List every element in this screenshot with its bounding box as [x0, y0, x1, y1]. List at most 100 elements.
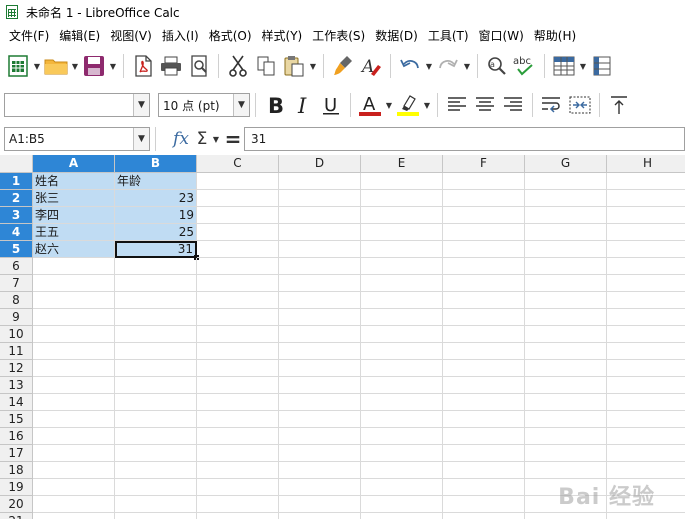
cell-b9[interactable]	[115, 309, 197, 326]
cell-f6[interactable]	[443, 258, 525, 275]
cell-b12[interactable]	[115, 360, 197, 377]
column-header-h[interactable]: H	[607, 155, 685, 173]
cell-e16[interactable]	[361, 428, 443, 445]
cell-e4[interactable]	[361, 224, 443, 241]
cell-a18[interactable]	[33, 462, 115, 479]
copy-button[interactable]	[252, 52, 280, 80]
cell-d9[interactable]	[279, 309, 361, 326]
cell-f17[interactable]	[443, 445, 525, 462]
highlight-color-button[interactable]	[394, 91, 422, 119]
chevron-down-icon[interactable]: ▼	[233, 94, 249, 116]
cell-f16[interactable]	[443, 428, 525, 445]
clone-formatting-button[interactable]	[329, 52, 357, 80]
cell-e21[interactable]	[361, 513, 443, 519]
cell-g2[interactable]	[525, 190, 607, 207]
row-header-15[interactable]: 15	[0, 411, 33, 428]
cell-g16[interactable]	[525, 428, 607, 445]
cell-d1[interactable]	[279, 173, 361, 190]
align-left-button[interactable]	[443, 91, 471, 119]
redo-button[interactable]	[434, 52, 462, 80]
cell-h9[interactable]	[607, 309, 685, 326]
cell-e10[interactable]	[361, 326, 443, 343]
cell-b11[interactable]	[115, 343, 197, 360]
cell-e20[interactable]	[361, 496, 443, 513]
cell-g4[interactable]	[525, 224, 607, 241]
cell-e15[interactable]	[361, 411, 443, 428]
cell-c2[interactable]	[197, 190, 279, 207]
cell-a12[interactable]	[33, 360, 115, 377]
cell-b3[interactable]: 19	[115, 207, 197, 224]
cell-d5[interactable]	[279, 241, 361, 258]
highlight-dropdown-arrow[interactable]: ▼	[422, 91, 432, 119]
column-header-a[interactable]: A	[33, 155, 115, 173]
cell-b13[interactable]	[115, 377, 197, 394]
cell-b8[interactable]	[115, 292, 197, 309]
cell-a10[interactable]	[33, 326, 115, 343]
cell-a17[interactable]	[33, 445, 115, 462]
cell-g9[interactable]	[525, 309, 607, 326]
cell-b20[interactable]	[115, 496, 197, 513]
cell-g6[interactable]	[525, 258, 607, 275]
row-header-10[interactable]: 10	[0, 326, 33, 343]
cell-e2[interactable]	[361, 190, 443, 207]
row-header-21[interactable]: 21	[0, 513, 33, 519]
cell-g21[interactable]	[525, 513, 607, 519]
cell-b19[interactable]	[115, 479, 197, 496]
cell-c8[interactable]	[197, 292, 279, 309]
clear-formatting-button[interactable]: A	[357, 52, 385, 80]
spreadsheet-grid[interactable]: ABCDEFGH 1 2 3 4 5 6 7 8 9 10 11 12 13 14 15 16 17 18 19 20…	[0, 155, 685, 519]
cell-b16[interactable]	[115, 428, 197, 445]
cell-g18[interactable]	[525, 462, 607, 479]
row-header-4[interactable]: 4	[0, 224, 33, 241]
cell-h16[interactable]	[607, 428, 685, 445]
sigma-dropdown-arrow[interactable]: ▼	[211, 125, 221, 153]
spelling-button[interactable]: abc	[511, 52, 539, 80]
cell-f8[interactable]	[443, 292, 525, 309]
cell-a15[interactable]	[33, 411, 115, 428]
cell-f19[interactable]	[443, 479, 525, 496]
cell-b17[interactable]	[115, 445, 197, 462]
column-header-b[interactable]: B	[115, 155, 197, 173]
cell-f4[interactable]	[443, 224, 525, 241]
cell-d3[interactable]	[279, 207, 361, 224]
cell-d2[interactable]	[279, 190, 361, 207]
cell-a19[interactable]	[33, 479, 115, 496]
row-header-13[interactable]: 13	[0, 377, 33, 394]
select-all-corner[interactable]	[0, 155, 33, 173]
cell-b21[interactable]	[115, 513, 197, 519]
column-header-d[interactable]: D	[279, 155, 361, 173]
cell-h5[interactable]	[607, 241, 685, 258]
cell-h1[interactable]	[607, 173, 685, 190]
cell-h10[interactable]	[607, 326, 685, 343]
cell-b5[interactable]: 31	[115, 241, 197, 258]
cell-d21[interactable]	[279, 513, 361, 519]
cell-g17[interactable]	[525, 445, 607, 462]
row-button[interactable]	[550, 52, 578, 80]
row-header-6[interactable]: 6	[0, 258, 33, 275]
cell-f1[interactable]	[443, 173, 525, 190]
cell-c11[interactable]	[197, 343, 279, 360]
cell-d8[interactable]	[279, 292, 361, 309]
cell-a5[interactable]: 赵六	[33, 241, 115, 258]
cell-d14[interactable]	[279, 394, 361, 411]
export-pdf-button[interactable]	[129, 52, 157, 80]
menu-window[interactable]: 窗口(W)	[474, 27, 529, 44]
cell-e19[interactable]	[361, 479, 443, 496]
menu-file[interactable]: 文件(F)	[4, 27, 54, 44]
cell-e9[interactable]	[361, 309, 443, 326]
cell-b6[interactable]	[115, 258, 197, 275]
cell-a6[interactable]	[33, 258, 115, 275]
row-header-9[interactable]: 9	[0, 309, 33, 326]
chevron-down-icon[interactable]: ▼	[133, 128, 149, 150]
cell-c5[interactable]	[197, 241, 279, 258]
cell-f7[interactable]	[443, 275, 525, 292]
cell-f5[interactable]	[443, 241, 525, 258]
cell-h13[interactable]	[607, 377, 685, 394]
cell-g10[interactable]	[525, 326, 607, 343]
row-header-8[interactable]: 8	[0, 292, 33, 309]
cell-d7[interactable]	[279, 275, 361, 292]
align-right-button[interactable]	[499, 91, 527, 119]
cell-e6[interactable]	[361, 258, 443, 275]
cell-h3[interactable]	[607, 207, 685, 224]
cell-d10[interactable]	[279, 326, 361, 343]
